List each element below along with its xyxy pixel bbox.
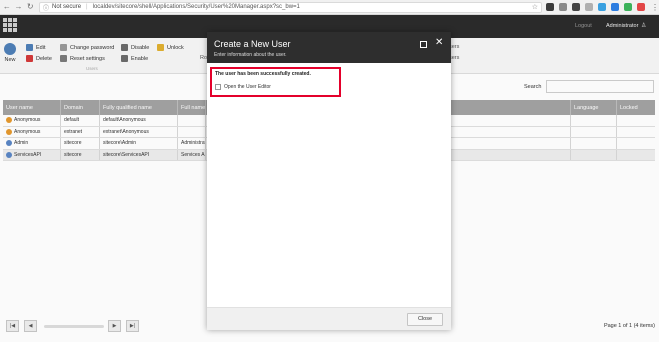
security-label: Not secure [52, 4, 82, 10]
dialog-subtitle: Enter information about the user. [214, 52, 287, 58]
address-bar[interactable]: ⓘ Not secure | localdev/sitecore/shell/A… [39, 1, 542, 13]
extension-icon[interactable] [546, 3, 554, 11]
extension-icon[interactable] [572, 3, 580, 11]
address-separator: | [86, 4, 88, 10]
close-button[interactable]: Close [407, 313, 443, 326]
bookmark-star-icon[interactable]: ☆ [532, 3, 538, 11]
info-icon[interactable]: ⓘ [43, 3, 49, 12]
open-user-editor-checkbox[interactable] [215, 84, 221, 90]
dialog-footer: Close [207, 307, 451, 330]
create-user-dialog: Create a New User Enter information abou… [207, 32, 451, 330]
extension-icon[interactable] [559, 3, 567, 11]
forward-icon[interactable]: → [14, 2, 24, 12]
close-icon[interactable]: ✕ [435, 37, 443, 49]
browser-menu-icon[interactable]: ⋮ [651, 3, 659, 12]
extension-icon[interactable] [598, 3, 606, 11]
url-text[interactable]: localdev/sitecore/shell/Applications/Sec… [93, 4, 300, 10]
dialog-title: Create a New User [214, 39, 291, 49]
extension-icon[interactable] [637, 3, 645, 11]
open-user-editor-label: Open the User Editor [224, 84, 271, 90]
success-message: The user has been successfully created. [215, 71, 311, 77]
extension-icon[interactable] [624, 3, 632, 11]
extension-icon[interactable] [585, 3, 593, 11]
browser-toolbar: ← → ↻ ⓘ Not secure | localdev/sitecore/s… [0, 0, 659, 15]
extension-icons [546, 3, 645, 11]
back-icon[interactable]: ← [2, 2, 12, 12]
reload-icon[interactable]: ↻ [25, 2, 35, 12]
extension-icon[interactable] [611, 3, 619, 11]
dialog-body: The user has been successfully created. … [207, 63, 451, 307]
maximize-icon[interactable] [420, 41, 427, 48]
dialog-header: Create a New User Enter information abou… [207, 32, 451, 63]
open-user-editor-option[interactable]: Open the User Editor [215, 84, 271, 90]
